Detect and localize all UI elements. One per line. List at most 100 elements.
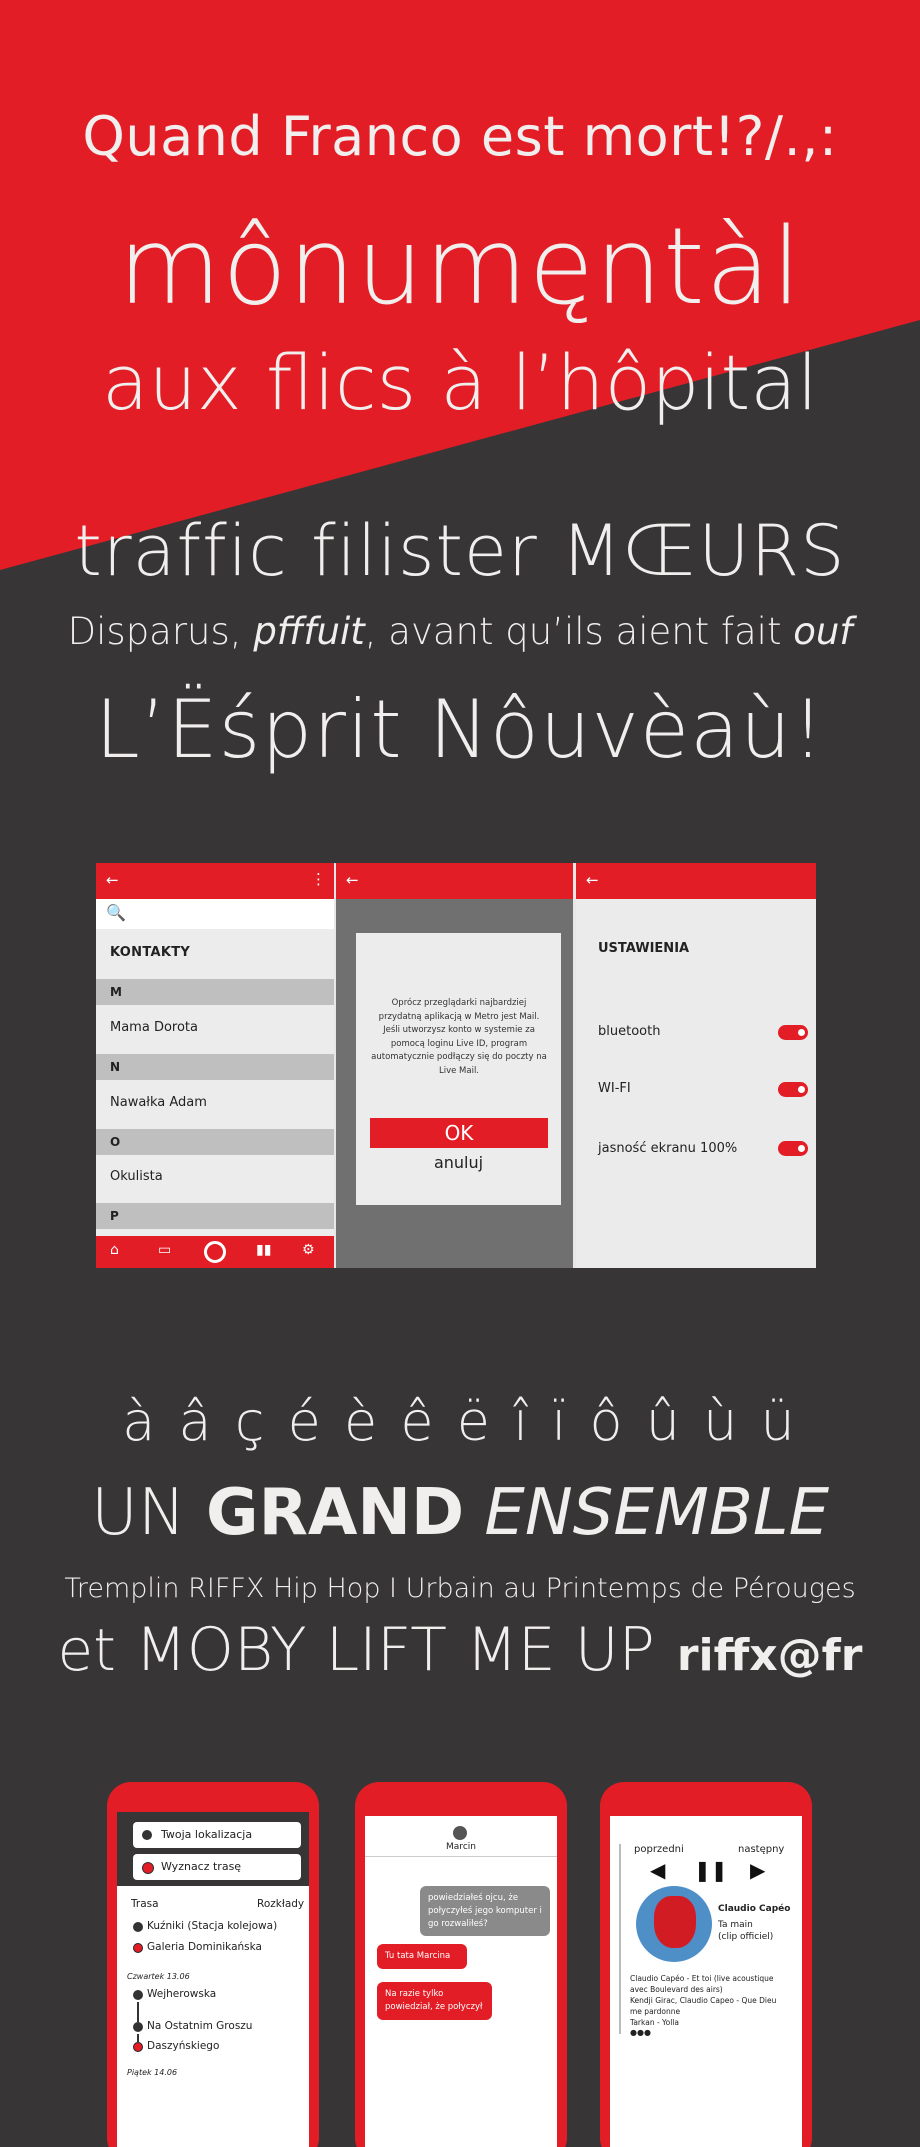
record-icon[interactable] (204, 1241, 226, 1263)
section-header: M (96, 979, 334, 1005)
back-arrow-icon[interactable]: ← (586, 871, 599, 889)
top-bar: ← ⋮ (96, 863, 334, 899)
poster-line-1: Quand Franco est mort!?/.,: (82, 105, 838, 168)
chat-contact-name: Marcin (446, 1842, 476, 1852)
message-outgoing: Tu tata Marcina (377, 1944, 467, 1969)
setting-label: WI-FI (598, 1081, 631, 1096)
tab-route[interactable]: Trasa (131, 1898, 159, 1910)
line10-riffx: riffx@fr (676, 1630, 863, 1681)
date-label: Czwartek 13.06 (127, 1972, 190, 1981)
status-bar (610, 1816, 802, 1826)
ok-button[interactable]: OK (370, 1118, 548, 1148)
line10-part: MOBY LIFT ME UP (115, 1615, 655, 1685)
line5-part: Disparus, (67, 610, 254, 653)
stop-item[interactable]: Wejherowska (147, 1988, 216, 2000)
stop-dot (133, 2042, 143, 2052)
bluetooth-toggle[interactable] (778, 1025, 808, 1040)
back-arrow-icon[interactable]: ← (346, 871, 359, 889)
stop-dot (133, 1990, 143, 2000)
playlist-item[interactable]: Claudio Capéo - Et toi (live acoustique … (630, 1974, 780, 1995)
line8-italic: ENSEMBLE (484, 1476, 830, 1550)
setting-bluetooth: bluetooth (598, 1024, 808, 1039)
phone-chat: Marcin powiedziałeś ojcu, że połyczyłeś … (355, 1782, 567, 2147)
chat-icon[interactable]: ▭ (158, 1242, 171, 1258)
home-icon[interactable]: ⌂ (110, 1242, 119, 1258)
brightness-toggle[interactable] (778, 1141, 808, 1156)
stop-item[interactable]: Daszyńskiego (147, 2040, 219, 2052)
app-screens-strip: ← ⋮ 🔍 KONTAKTY M Mama Dorota N Nawałka A… (96, 863, 816, 1268)
settings-screen: ← USTAWIENIA bluetooth WI-FI jasność ekr… (576, 863, 816, 1268)
poster-line-10: et MOBY LIFT ME UP riffx@fr (0, 1615, 920, 1685)
avatar-icon (453, 1826, 467, 1840)
play-next-icon[interactable]: ▶ (750, 1858, 765, 1882)
location-field[interactable]: Twoja lokalizacja (133, 1822, 301, 1848)
contact-item[interactable]: Nawałka Adam (110, 1095, 207, 1110)
bottom-nav: ⌂ ▭ ▮▮ ⚙ (96, 1236, 334, 1268)
line8-part: UN (90, 1476, 207, 1550)
phone-route: Twoja lokalizacja Wyznacz trasę Trasa Ro… (107, 1782, 319, 2147)
stats-icon[interactable]: ▮▮ (256, 1242, 271, 1258)
more-menu-icon[interactable]: ⋮ (311, 870, 326, 888)
stop-dot (133, 1922, 143, 1932)
stop-item[interactable]: Na Ostatnim Groszu (147, 2020, 252, 2032)
alert-dialog: Oprócz przeglądarki najbardziej przydatn… (356, 933, 561, 1205)
search-input[interactable]: 🔍 (96, 899, 334, 929)
poster-line-2: mônumęntàl (117, 205, 803, 328)
playlist-item[interactable]: Kendji Girac, Claudio Capeo - Que Dieu m… (630, 1996, 780, 2017)
accents-line: à â ç é è ê ë î ï ô û ù ü (122, 1390, 798, 1453)
cancel-button[interactable]: anuluj (356, 1153, 561, 1172)
scroll-track[interactable] (619, 1844, 621, 2034)
contacts-title: KONTAKTY (110, 945, 191, 960)
line5-italic: pfffuit (253, 610, 365, 653)
phone-music: poprzedni następny ◀ ❚❚ ▶ Claudio Capéo … (600, 1782, 812, 2147)
more-icon[interactable]: ●●● (630, 2028, 651, 2037)
stop-dot (133, 2022, 143, 2032)
settings-title: USTAWIENIA (598, 941, 690, 956)
route-field[interactable]: Wyznacz trasę (133, 1854, 301, 1880)
search-icon: 🔍 (106, 903, 126, 922)
poster-line-3: aux flics à l’hôpital (102, 338, 818, 427)
top-bar: ← (576, 863, 816, 899)
setting-brightness: jasność ekranu 100% (598, 1141, 737, 1156)
playlist-item[interactable]: Tarkan - Yolla (630, 2018, 679, 2027)
contacts-screen: ← ⋮ 🔍 KONTAKTY M Mama Dorota N Nawałka A… (96, 863, 334, 1268)
contact-item[interactable]: Okulista (110, 1169, 163, 1184)
poster-line-5: Disparus, pfffuit, avant qu’ils aient fa… (0, 610, 920, 653)
poster-line-8: UN GRAND ENSEMBLE (0, 1476, 920, 1550)
stop-item[interactable]: Kuźniki (Stacja kolejowa) (147, 1920, 277, 1932)
route-header: Twoja lokalizacja Wyznacz trasę (117, 1812, 309, 1886)
settings-icon[interactable]: ⚙ (302, 1242, 315, 1258)
setting-label: bluetooth (598, 1024, 661, 1039)
section-header: N (96, 1054, 334, 1080)
tab-schedule[interactable]: Rozkłady (257, 1898, 304, 1910)
prev-label[interactable]: poprzedni (634, 1844, 684, 1855)
track-title: Ta main (718, 1920, 753, 1930)
route-line (137, 2034, 139, 2042)
back-arrow-icon[interactable]: ← (106, 871, 119, 889)
line5-italic: ouf (793, 610, 853, 653)
setting-wifi: WI-FI (598, 1081, 631, 1096)
dialog-message: Oprócz przeglądarki najbardziej przydatn… (371, 998, 547, 1076)
line8-bold: GRAND (206, 1476, 465, 1550)
artist-name: Claudio Capéo (718, 1904, 791, 1914)
contact-item[interactable]: Mama Dorota (110, 1020, 198, 1035)
divider (365, 1856, 557, 1857)
phone-screen: Marcin powiedziałeś ojcu, że połyczyłeś … (365, 1816, 557, 2147)
poster-line-6: L’Ëśprit Nôuvèaù! (95, 683, 825, 776)
wifi-toggle[interactable] (778, 1082, 808, 1097)
setting-label: jasność ekranu 100% (598, 1141, 738, 1156)
top-bar: ← (336, 863, 573, 899)
track-subtitle: (clip officiel) (718, 1932, 774, 1942)
section-header: O (96, 1129, 334, 1155)
message-incoming: powiedziałeś ojcu, że połyczyłeś jego ko… (420, 1886, 550, 1937)
message-outgoing: Na razie tylko powiedział, że połyczył (377, 1982, 492, 2020)
line8-space (464, 1476, 484, 1550)
dialog-screen: ← Oprócz przeglądarki najbardziej przyda… (336, 863, 573, 1268)
pause-icon[interactable]: ❚❚ (694, 1858, 728, 1882)
section-header: P (96, 1203, 334, 1229)
previous-icon[interactable]: ◀ (650, 1858, 665, 1882)
line5-part: , avant qu’ils aient fait (364, 610, 794, 653)
stop-item[interactable]: Galeria Dominikańska (147, 1941, 262, 1953)
next-label[interactable]: następny (738, 1844, 784, 1855)
poster-line-4: traffic filister MŒURS (74, 510, 846, 592)
